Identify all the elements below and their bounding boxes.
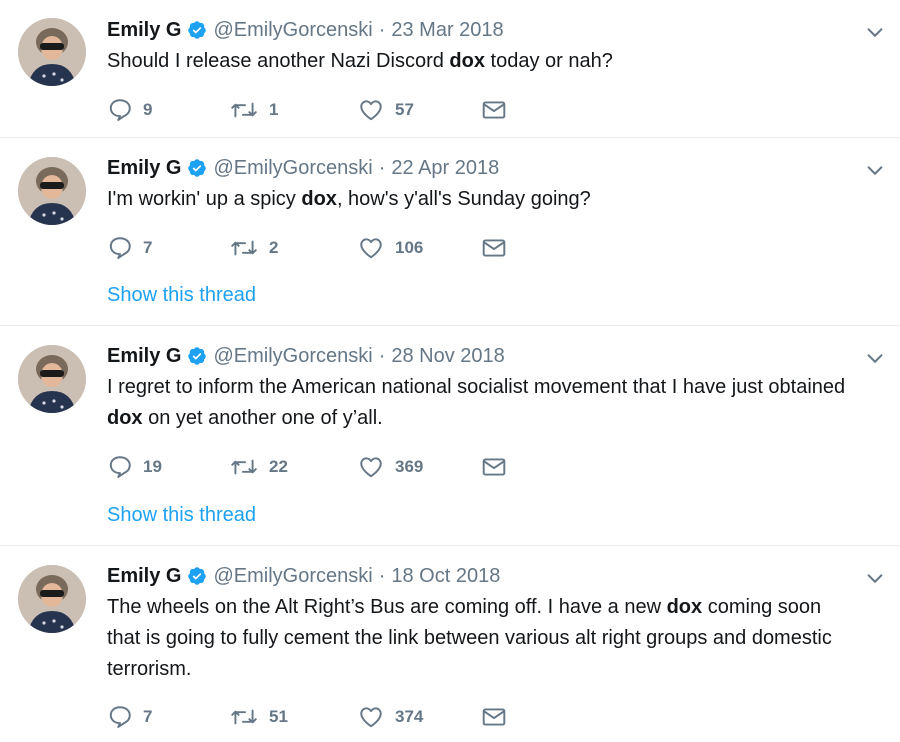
chevron-down-icon[interactable] [864, 348, 886, 370]
retweet-button[interactable]: 1 [229, 97, 357, 123]
tweet-text: Should I release another Nazi Discord do… [107, 50, 613, 72]
tweet-text: The wheels on the Alt Right’s Bus are co… [107, 596, 832, 680]
reply-button[interactable]: 19 [107, 454, 229, 480]
retweet-count: 2 [269, 238, 279, 257]
user-handle[interactable]: @EmilyGorcenski [213, 155, 372, 181]
like-button[interactable]: 57 [357, 97, 481, 123]
highlighted-term: dox [107, 407, 143, 429]
display-name[interactable]: Emily G [107, 343, 181, 369]
tweet-header: Emily G @EmilyGorcenski · 22 Apr 2018 [107, 155, 860, 181]
tweet-header: Emily G @EmilyGorcenski · 18 Oct 2018 [107, 563, 860, 589]
highlighted-term: dox [301, 188, 337, 210]
like-count: 369 [395, 457, 424, 476]
verified-badge-icon [188, 567, 207, 585]
show-thread-link[interactable]: Show this thread [107, 284, 256, 307]
tweet-header: Emily G @EmilyGorcenski · 28 Nov 2018 [107, 343, 860, 369]
like-button[interactable]: 374 [357, 704, 481, 730]
tweet-actions: 7 51 374 [107, 704, 507, 730]
heart-icon [360, 238, 382, 259]
tweet-date[interactable]: 18 Oct 2018 [391, 563, 500, 589]
tweet-content: Emily G @EmilyGorcenski · 28 Nov 2018 I … [107, 343, 860, 434]
reply-button[interactable]: 9 [107, 97, 229, 123]
retweet-button[interactable]: 51 [229, 704, 357, 730]
tweet-content: Emily G @EmilyGorcenski · 22 Apr 2018 I'… [107, 155, 860, 215]
tweet[interactable]: Emily G @EmilyGorcenski · 28 Nov 2018 I … [0, 326, 900, 546]
reply-button[interactable]: 7 [107, 704, 229, 730]
avatar[interactable] [18, 18, 86, 86]
avatar[interactable] [18, 157, 86, 225]
separator: · [378, 565, 386, 587]
retweet-count: 51 [269, 707, 288, 726]
show-thread-link[interactable]: Show this thread [107, 504, 256, 527]
separator: · [378, 19, 386, 41]
retweet-count: 22 [269, 457, 288, 476]
reply-count: 7 [143, 707, 153, 726]
retweet-button[interactable]: 22 [229, 454, 357, 480]
tweet-actions: 7 2 106 [107, 235, 507, 261]
direct-message-button[interactable] [481, 98, 507, 122]
display-name[interactable]: Emily G [107, 155, 181, 181]
verified-badge-icon [188, 159, 207, 177]
retweet-icon [231, 102, 257, 118]
envelope-icon [482, 239, 506, 257]
reply-icon [109, 456, 131, 478]
verified-badge-icon [188, 347, 207, 365]
retweet-count: 1 [269, 100, 279, 119]
retweet-icon [231, 709, 257, 725]
reply-count: 9 [143, 100, 153, 119]
tweet-header: Emily G @EmilyGorcenski · 23 Mar 2018 [107, 17, 860, 43]
user-handle[interactable]: @EmilyGorcenski [213, 17, 372, 43]
chevron-down-icon[interactable] [864, 160, 886, 182]
heart-icon [360, 707, 382, 728]
tweet[interactable]: Emily G @EmilyGorcenski · 18 Oct 2018 Th… [0, 546, 900, 742]
highlighted-term: dox [666, 596, 703, 618]
tweet-text: I regret to inform the American national… [107, 376, 846, 429]
chevron-down-icon[interactable] [864, 22, 886, 44]
verified-badge-icon [188, 21, 207, 39]
envelope-icon [482, 101, 506, 119]
tweet-content: Emily G @EmilyGorcenski · 23 Mar 2018 Sh… [107, 17, 860, 77]
like-button[interactable]: 369 [357, 454, 481, 480]
reply-icon [109, 706, 131, 728]
heart-icon [360, 100, 382, 121]
tweet[interactable]: Emily G @EmilyGorcenski · 22 Apr 2018 I'… [0, 138, 900, 326]
direct-message-button[interactable] [481, 455, 507, 479]
tweet-date[interactable]: 23 Mar 2018 [391, 17, 503, 43]
separator: · [378, 157, 386, 179]
avatar[interactable] [18, 345, 86, 413]
avatar[interactable] [18, 565, 86, 633]
display-name[interactable]: Emily G [107, 563, 181, 589]
user-handle[interactable]: @EmilyGorcenski [213, 343, 372, 369]
reply-count: 7 [143, 238, 153, 257]
reply-button[interactable]: 7 [107, 235, 229, 261]
tweet-feed: Emily G @EmilyGorcenski · 23 Mar 2018 Sh… [0, 0, 900, 742]
tweet-date[interactable]: 28 Nov 2018 [391, 343, 504, 369]
envelope-icon [482, 708, 506, 726]
like-button[interactable]: 106 [357, 235, 481, 261]
retweet-button[interactable]: 2 [229, 235, 357, 261]
tweet-actions: 19 22 369 [107, 454, 507, 480]
highlighted-term: dox [449, 50, 485, 72]
reply-count: 19 [143, 457, 162, 476]
direct-message-button[interactable] [481, 236, 507, 260]
tweet[interactable]: Emily G @EmilyGorcenski · 23 Mar 2018 Sh… [0, 0, 900, 138]
like-count: 57 [395, 100, 414, 119]
tweet-date[interactable]: 22 Apr 2018 [391, 155, 499, 181]
reply-icon [109, 237, 131, 259]
tweet-content: Emily G @EmilyGorcenski · 18 Oct 2018 Th… [107, 563, 860, 685]
envelope-icon [482, 458, 506, 476]
retweet-icon [231, 240, 257, 256]
display-name[interactable]: Emily G [107, 17, 181, 43]
user-handle[interactable]: @EmilyGorcenski [213, 563, 372, 589]
reply-icon [109, 99, 131, 121]
separator: · [378, 345, 386, 367]
like-count: 374 [395, 707, 424, 726]
like-count: 106 [395, 238, 424, 257]
tweet-actions: 9 1 57 [107, 97, 507, 123]
tweet-text: I'm workin' up a spicy dox, how's y'all'… [107, 188, 591, 210]
retweet-icon [231, 459, 257, 475]
heart-icon [360, 457, 382, 478]
chevron-down-icon[interactable] [864, 568, 886, 590]
direct-message-button[interactable] [481, 705, 507, 729]
